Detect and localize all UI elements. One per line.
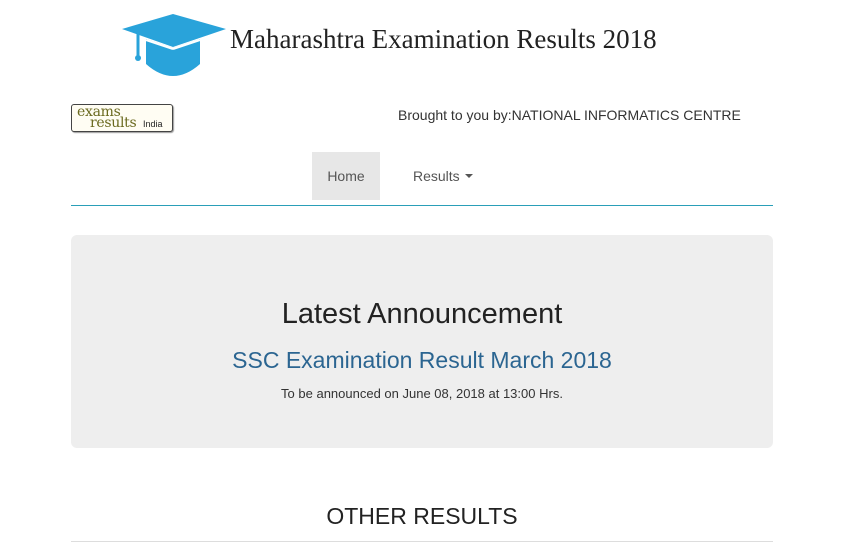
nav-results-dropdown[interactable]: Results xyxy=(413,152,473,200)
announcement-note: To be announced on June 08, 2018 at 13:0… xyxy=(281,386,563,401)
nav-home-label: Home xyxy=(327,168,365,184)
announcement-result-link[interactable]: SSC Examination Result March 2018 xyxy=(71,347,773,374)
announcement-heading: Latest Announcement xyxy=(281,298,563,330)
graduation-cap-icon xyxy=(122,14,226,76)
nav-home-link[interactable]: Home xyxy=(312,152,380,200)
caret-down-icon xyxy=(464,174,473,178)
site-title: Maharashtra Examination Results 2018 xyxy=(230,24,657,54)
credit-text: Brought to you by:NATIONAL INFORMATICS C… xyxy=(398,107,741,123)
logo-text-results: results xyxy=(90,115,137,131)
site-header: Maharashtra Examination Results 2018 xyxy=(0,0,850,90)
other-results-heading: OTHER RESULTS xyxy=(71,503,773,542)
main-nav: Home Results xyxy=(71,152,773,206)
exams-results-india-logo[interactable]: exams results India xyxy=(71,104,173,132)
nav-results-label: Results xyxy=(413,168,460,184)
announcement-panel: Latest Announcement SSC Examination Resu… xyxy=(71,235,773,448)
logo-text-india: India xyxy=(143,119,163,129)
